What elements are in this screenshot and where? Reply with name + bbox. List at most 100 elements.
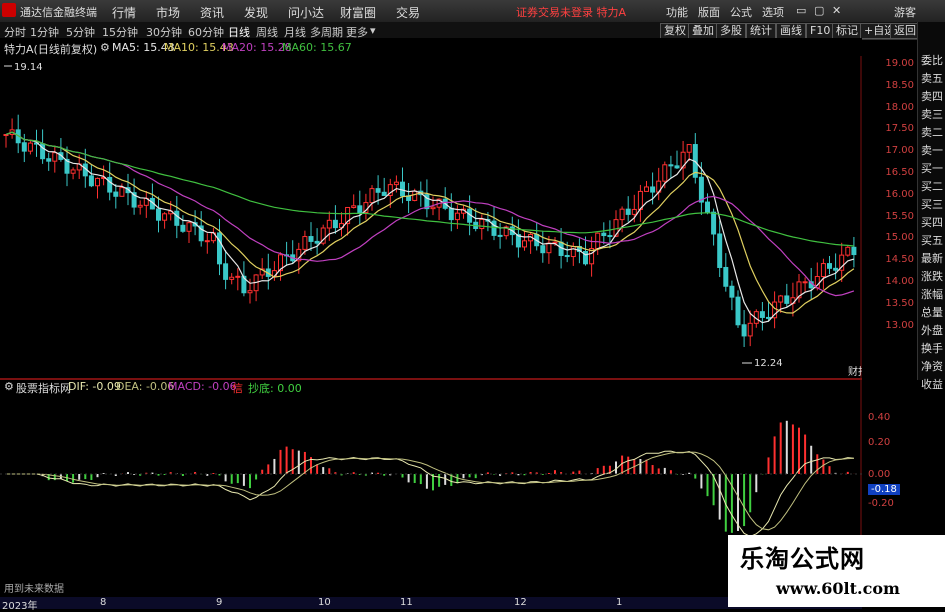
candle-body xyxy=(827,263,832,269)
price-tick: 13.50 xyxy=(885,297,914,309)
guest-user[interactable]: 游客 xyxy=(894,4,916,20)
back-button[interactable]: 返回 xyxy=(890,23,920,39)
side-field[interactable]: 换手 xyxy=(920,340,944,356)
price-tick: 14.00 xyxy=(885,276,914,287)
candle-body xyxy=(107,176,113,193)
candle-body xyxy=(491,220,497,236)
price-tick: 18.00 xyxy=(885,101,914,113)
candle-body xyxy=(833,267,839,271)
candle-body xyxy=(369,188,375,204)
dif-value: DIF: -0.09 xyxy=(68,380,121,393)
menu-market[interactable]: 市场 xyxy=(156,4,180,21)
side-field[interactable]: 净资 xyxy=(920,358,944,374)
candle-body xyxy=(723,266,729,287)
candle-body xyxy=(119,187,125,197)
chevron-down-icon[interactable]: ▾ xyxy=(370,24,376,37)
restore-icon[interactable]: ▢ xyxy=(814,4,824,17)
menu-quotes[interactable]: 行情 xyxy=(112,4,136,21)
menu-trade[interactable]: 交易 xyxy=(396,4,420,21)
candle-body xyxy=(326,219,332,229)
menu-ask[interactable]: 问小达 xyxy=(288,4,324,21)
minimize-icon[interactable]: ▭ xyxy=(796,4,806,17)
menu-wealth[interactable]: 财富圈 xyxy=(340,4,376,21)
login-status[interactable]: 证券交易未登录 特力A xyxy=(516,4,626,20)
price-tick: 14.50 xyxy=(885,254,914,266)
fuquan-button[interactable]: 复权 xyxy=(660,23,690,39)
watermark-text: 乐淘公式网 xyxy=(740,544,865,573)
f10-button[interactable]: F10 xyxy=(806,23,835,39)
candle-body xyxy=(546,242,552,254)
overlay-button[interactable]: 叠加 xyxy=(688,23,718,39)
candle-body xyxy=(454,212,460,221)
candle-body xyxy=(52,152,58,162)
candle-body xyxy=(137,204,143,208)
candle-body xyxy=(70,169,76,174)
side-field[interactable]: 收益 xyxy=(920,376,944,392)
macd-tick: -0.20 xyxy=(868,498,894,509)
draw-line-button[interactable]: 画线 xyxy=(776,23,806,39)
menu-formula[interactable]: 公式 xyxy=(730,4,752,20)
side-field[interactable]: 买三 xyxy=(920,196,944,212)
date-tick: 1 xyxy=(616,597,623,608)
candle-body xyxy=(113,191,119,197)
candle-body xyxy=(95,177,100,187)
side-field[interactable]: 涨跌 xyxy=(920,268,944,284)
candle-body xyxy=(717,233,723,268)
future-data-note: 用到未来数据 xyxy=(4,582,64,595)
close-icon[interactable]: ✕ xyxy=(832,4,841,17)
candle-body xyxy=(644,186,649,192)
side-field[interactable]: 买二 xyxy=(920,178,944,194)
mark-button[interactable]: 标记 xyxy=(832,23,862,39)
side-field[interactable]: 卖一 xyxy=(920,142,944,158)
menu-discover[interactable]: 发现 xyxy=(244,4,268,21)
candle-body xyxy=(351,205,357,208)
candle-body xyxy=(735,296,741,326)
settings-icon[interactable]: ⚙ xyxy=(4,380,14,393)
candle-body xyxy=(778,295,784,303)
candle-body xyxy=(619,208,625,221)
side-field[interactable]: 买五 xyxy=(920,232,944,248)
caibao-marker: 财报 xyxy=(848,365,862,378)
side-field[interactable]: 最新 xyxy=(920,250,944,266)
side-field[interactable]: 卖五 xyxy=(920,70,944,86)
side-field[interactable]: 卖二 xyxy=(920,124,944,140)
menu-news[interactable]: 资讯 xyxy=(200,4,224,21)
side-field[interactable]: 卖三 xyxy=(920,106,944,122)
candle-body xyxy=(223,263,229,280)
candle-body xyxy=(412,190,418,201)
candle-body xyxy=(784,295,790,304)
candle-body xyxy=(393,181,399,186)
candle-body xyxy=(400,181,405,197)
menu-bar: 通达信金融终端 行情 市场 资讯 发现 问小达 财富圈 交易 证券交易未登录 特… xyxy=(0,0,945,23)
candle-body xyxy=(851,246,857,256)
signal-value: 信 xyxy=(232,382,243,395)
candle-body xyxy=(686,144,692,153)
menu-options[interactable]: 选项 xyxy=(762,4,784,20)
side-field[interactable]: 买一 xyxy=(920,160,944,176)
menu-layout[interactable]: 版面 xyxy=(698,4,720,20)
candle-body xyxy=(540,245,546,254)
side-field[interactable]: 总量 xyxy=(920,304,944,320)
candle-body xyxy=(430,206,436,210)
watermark-url: www.60lt.com xyxy=(776,579,900,598)
multi-stock-button[interactable]: 多股 xyxy=(716,23,746,39)
candle-body xyxy=(247,290,253,294)
side-field[interactable]: 买四 xyxy=(920,214,944,230)
stats-button[interactable]: 统计 xyxy=(746,23,776,39)
macd-tick: 0.40 xyxy=(868,412,891,423)
side-field[interactable]: 委比 xyxy=(920,52,944,68)
candle-body xyxy=(88,175,94,187)
candle-body xyxy=(46,158,52,162)
settings-icon[interactable]: ⚙ xyxy=(100,41,110,54)
side-field[interactable]: 卖四 xyxy=(920,88,944,104)
macd-tick: 0.00 xyxy=(868,469,891,480)
side-field[interactable]: 涨幅 xyxy=(920,286,944,302)
candle-body xyxy=(741,324,747,337)
kline-chart[interactable]: 19.14 12.24 财报 用到未来数据 xyxy=(0,38,862,597)
quote-side-panel: 委比卖五卖四卖三卖二卖一买一买二买三买四买五最新涨跌涨幅总量外盘换手净资收益 xyxy=(917,22,945,391)
candle-body xyxy=(235,275,241,278)
side-field[interactable]: 外盘 xyxy=(920,322,944,338)
macd-tick: -0.18 xyxy=(868,484,900,495)
price-axis: 19.00 18.50 18.00 17.50 17.00 16.50 16.00 15.50… xyxy=(862,58,916,388)
menu-function[interactable]: 功能 xyxy=(666,4,688,20)
